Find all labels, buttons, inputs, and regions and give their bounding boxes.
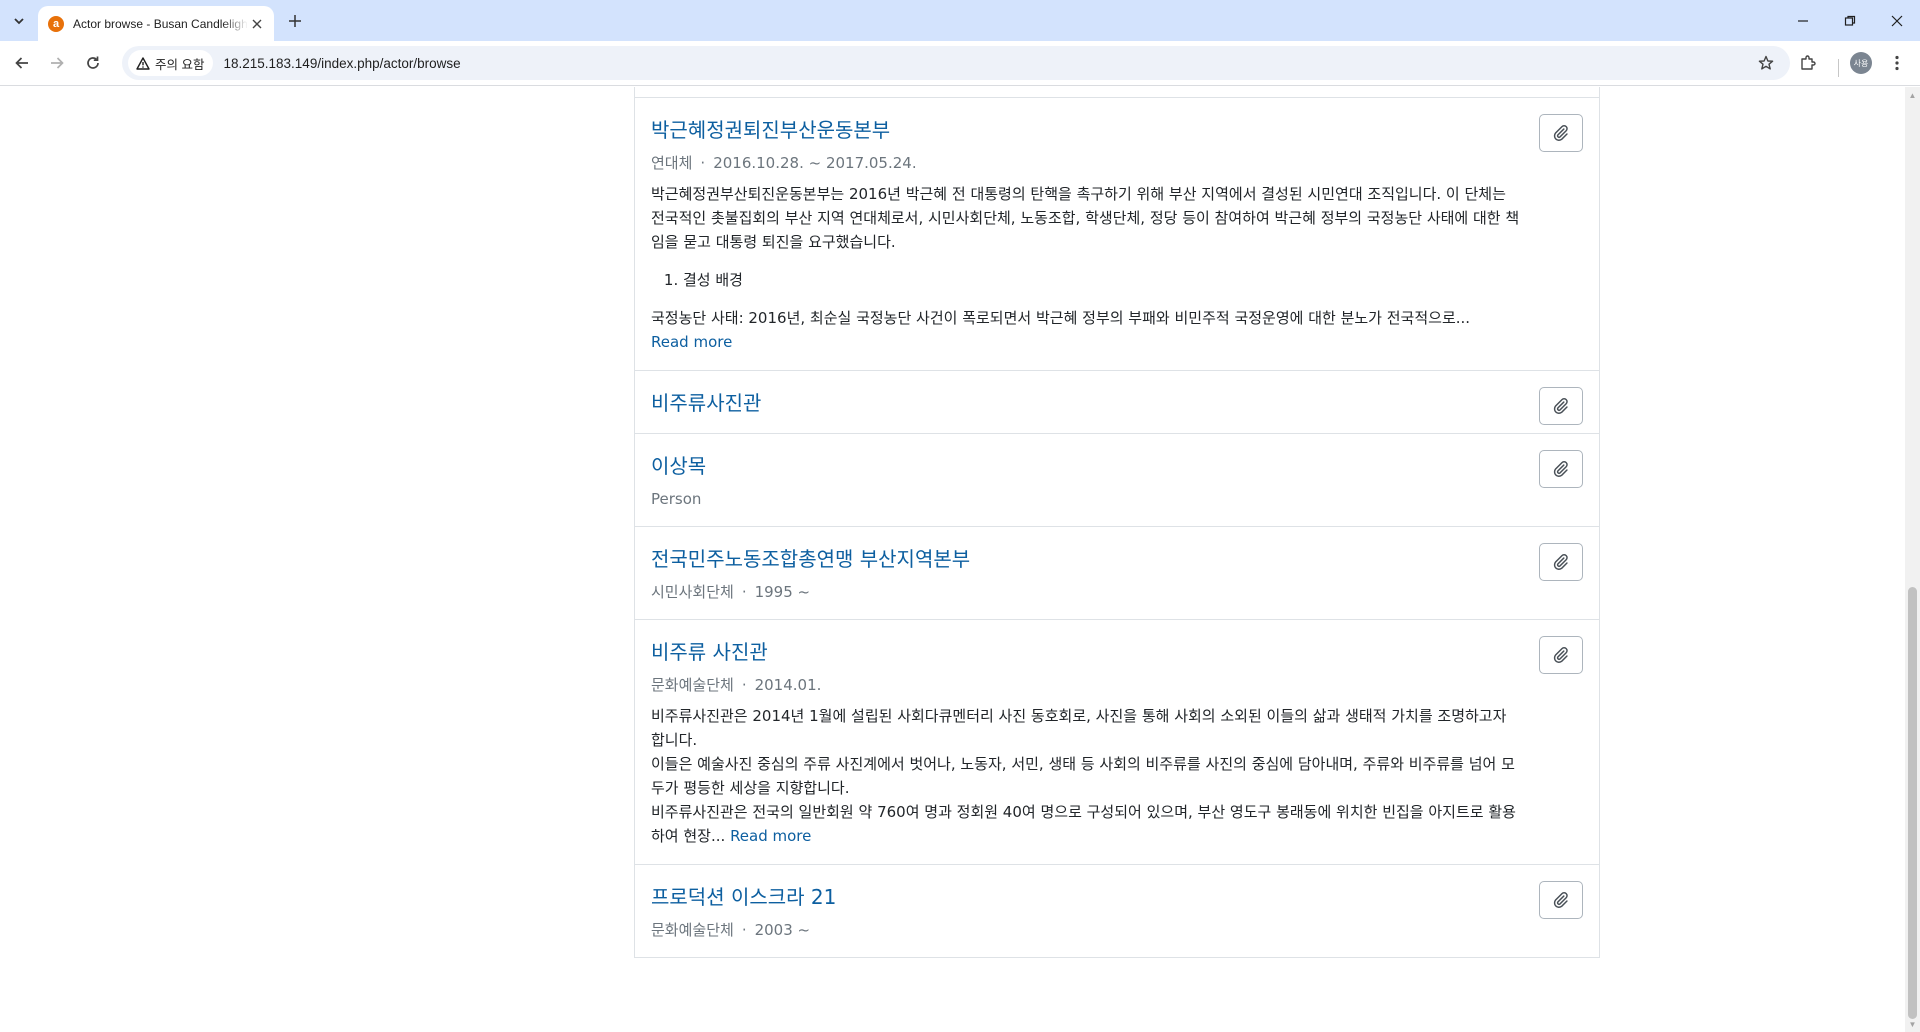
extensions-button[interactable]	[1792, 47, 1824, 79]
result-item: 이상목 Person	[635, 433, 1599, 526]
puzzle-icon	[1801, 55, 1816, 70]
add-to-clipboard-button[interactable]	[1539, 450, 1583, 488]
paperclip-icon	[1553, 398, 1568, 414]
result-item: 비주류사진관	[635, 370, 1599, 433]
more-vert-icon	[1895, 55, 1899, 71]
meta-separator: ·	[700, 154, 706, 172]
reload-icon	[87, 56, 99, 69]
meta-separator: ·	[741, 921, 747, 939]
back-button[interactable]	[6, 47, 38, 79]
security-label: 주의 요함	[155, 57, 205, 72]
scroll-up-arrow-icon[interactable]: ▲	[1905, 89, 1920, 101]
description-line: 이들은 예술사진 중심의 주류 사진계에서 벗어나, 노동자, 서민, 생태 등…	[651, 755, 1515, 797]
arrow-left-icon	[15, 57, 28, 69]
plus-icon	[289, 15, 301, 27]
chevron-down-icon	[14, 18, 24, 25]
result-meta: 문화예술단체 · 2003 ~	[651, 919, 1524, 941]
actor-results-list: 박근혜정권퇴진부산운동본부 연대체 · 2016.10.28. ~ 2017.05.…	[634, 87, 1600, 958]
avatar: 사용	[1850, 52, 1872, 74]
minimize-icon	[1798, 19, 1808, 22]
result-type: 시민사회단체	[651, 583, 734, 601]
restore-button[interactable]	[1827, 0, 1873, 41]
tab-strip: a Actor browse - Busan Candlelight Archi…	[0, 0, 1920, 41]
result-meta: 연대체 · 2016.10.28. ~ 2017.05.24.	[651, 152, 1524, 174]
result-title-link[interactable]: 비주류 사진관	[651, 638, 1524, 666]
result-title-link[interactable]: 프로덕션 이스크라 21	[651, 883, 1524, 911]
result-item: 프로덕션 이스크라 21 문화예술단체 · 2003 ~	[635, 864, 1599, 957]
page-viewport: 박근혜정권퇴진부산운동본부 연대체 · 2016.10.28. ~ 2017.05.…	[0, 87, 1905, 1032]
description-tail-text: 국정농단 사태: 2016년, 최순실 국정농단 사건이 폭로되면서 박근혜 정…	[651, 309, 1471, 327]
star-icon	[1758, 55, 1774, 70]
address-bar[interactable]: 주의 요함 18.215.183.149/index.php/actor/bro…	[122, 46, 1790, 80]
result-item: 비주류 사진관 문화예술단체 · 2014.01. 비주류사진관은 2014년 1월…	[635, 619, 1599, 864]
meta-separator: ·	[741, 583, 747, 601]
description-tail: 비주류사진관은 전국의 일반회원 약 760여 명과 정회원 40여 명으로 구…	[651, 800, 1524, 848]
restore-icon	[1844, 15, 1856, 26]
result-dates: 2014.01.	[754, 676, 822, 694]
site-favicon-icon: a	[48, 15, 64, 32]
paperclip-icon	[1553, 647, 1568, 663]
result-type: 연대체	[651, 154, 693, 172]
new-tab-button[interactable]	[282, 8, 308, 34]
add-to-clipboard-button[interactable]	[1539, 543, 1583, 581]
result-title-link[interactable]: 비주류사진관	[651, 389, 1524, 417]
description-tail: 국정농단 사태: 2016년, 최순실 국정농단 사건이 폭로되면서 박근혜 정…	[651, 306, 1524, 354]
active-tab[interactable]: a Actor browse - Busan Candlelight Archi…	[38, 6, 274, 41]
toolbar-divider	[1838, 59, 1839, 77]
meta-separator: ·	[741, 676, 747, 694]
result-dates: 1995 ~	[754, 583, 811, 601]
close-window-button[interactable]	[1874, 0, 1920, 41]
result-description: 비주류사진관은 2014년 1월에 설립된 사회다큐멘터리 사진 동호회로, 사…	[651, 704, 1524, 848]
bookmark-star-button[interactable]	[1756, 53, 1776, 73]
paperclip-icon	[1553, 892, 1568, 908]
result-title-link[interactable]: 전국민주노동조합총연맹 부산지역본부	[651, 545, 1524, 573]
result-meta: 문화예술단체 · 2014.01.	[651, 674, 1524, 696]
warning-icon	[136, 56, 150, 70]
read-more-link[interactable]: Read more	[651, 333, 732, 351]
result-meta: Person	[651, 488, 1524, 510]
arrow-right-icon	[51, 57, 64, 69]
tab-close-icon[interactable]	[248, 15, 266, 33]
minimize-button[interactable]	[1780, 0, 1826, 41]
chrome-menu-button[interactable]	[1881, 47, 1913, 79]
result-description: 박근혜정권부산퇴진운동본부는 2016년 박근혜 전 대통령의 탄핵을 촉구하기…	[651, 182, 1524, 354]
description-list: 결성 배경	[651, 268, 1524, 292]
add-to-clipboard-button[interactable]	[1539, 387, 1583, 425]
previous-item-stub	[635, 87, 1599, 97]
close-icon	[1891, 15, 1903, 26]
result-item: 박근혜정권퇴진부산운동본부 연대체 · 2016.10.28. ~ 2017.05.…	[635, 97, 1599, 370]
result-type: Person	[651, 490, 702, 508]
description-list-item: 결성 배경	[683, 268, 1524, 292]
result-type: 문화예술단체	[651, 921, 734, 939]
result-title-link[interactable]: 이상목	[651, 452, 1524, 480]
paperclip-icon	[1553, 125, 1568, 141]
description-paragraph: 박근혜정권부산퇴진운동본부는 2016년 박근혜 전 대통령의 탄핵을 촉구하기…	[651, 185, 1520, 251]
paperclip-icon	[1553, 554, 1568, 570]
result-meta: 시민사회단체 · 1995 ~	[651, 581, 1524, 603]
description-line: 비주류사진관은 2014년 1월에 설립된 사회다큐멘터리 사진 동호회로, 사…	[651, 707, 1507, 749]
reload-button[interactable]	[77, 47, 109, 79]
paperclip-icon	[1553, 461, 1568, 477]
result-dates: 2003 ~	[754, 921, 811, 939]
scroll-down-arrow-icon[interactable]: ▼	[1905, 1018, 1920, 1030]
url-text: 18.215.183.149/index.php/actor/browse	[223, 55, 461, 71]
page-scrollbar[interactable]: ▲ ▼	[1905, 87, 1920, 1032]
add-to-clipboard-button[interactable]	[1539, 881, 1583, 919]
scrollbar-thumb[interactable]	[1908, 587, 1917, 1019]
result-item: 전국민주노동조합총연맹 부산지역본부 시민사회단체 · 1995 ~	[635, 526, 1599, 619]
result-type: 문화예술단체	[651, 676, 734, 694]
tab-search-button[interactable]	[6, 8, 32, 34]
result-dates: 2016.10.28. ~ 2017.05.24.	[713, 154, 917, 172]
add-to-clipboard-button[interactable]	[1539, 636, 1583, 674]
tab-title: Actor browse - Busan Candlelight Archive	[73, 16, 249, 31]
read-more-link[interactable]: Read more	[730, 827, 811, 845]
security-chip[interactable]: 주의 요함	[128, 50, 214, 76]
profile-button[interactable]: 사용	[1845, 47, 1877, 79]
forward-button[interactable]	[41, 47, 73, 79]
add-to-clipboard-button[interactable]	[1539, 114, 1583, 152]
browser-toolbar: 주의 요함 18.215.183.149/index.php/actor/bro…	[0, 41, 1920, 86]
result-title-link[interactable]: 박근혜정권퇴진부산운동본부	[651, 116, 1524, 144]
